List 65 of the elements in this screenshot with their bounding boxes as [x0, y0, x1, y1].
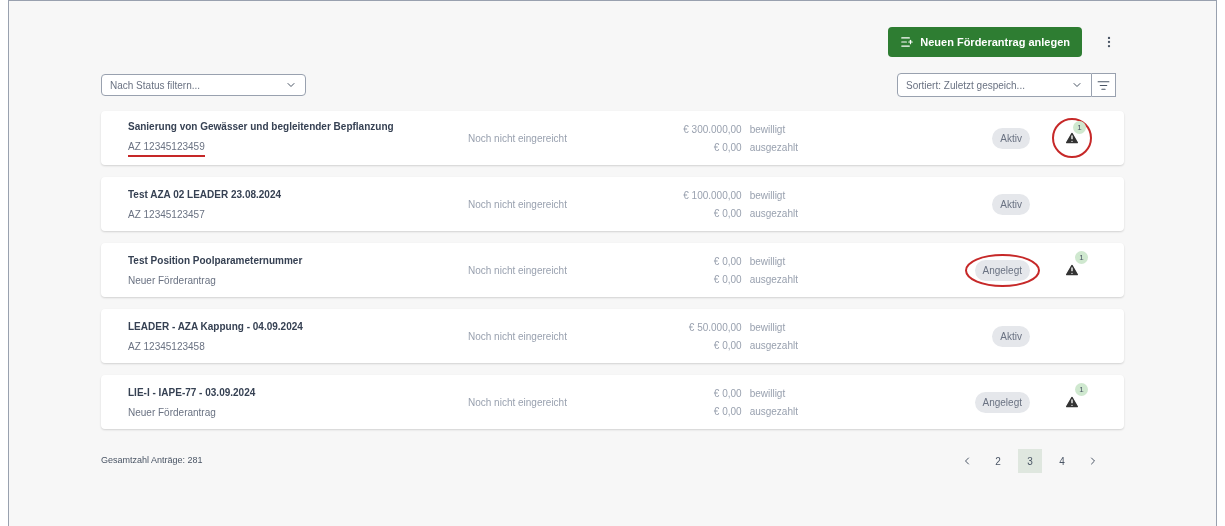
status-filter-field[interactable]: Nach Status filtern... — [110, 77, 270, 93]
warning-count-badge: 1 — [1075, 251, 1088, 264]
paid-amount: € 0,00 — [712, 206, 742, 221]
application-title: Test Position Poolparameternummer — [128, 253, 304, 268]
page-button[interactable]: 3 — [1018, 449, 1042, 473]
warning-icon — [1064, 394, 1080, 410]
paid-label: ausgezahlt — [749, 140, 798, 155]
application-title: LIE-I - IAPE-77 - 03.09.2024 — [128, 385, 257, 400]
application-row[interactable]: Test Position Poolparameternummer Neuer Förderantrag Noch nicht eingereicht € 0,00 bewilligt € 0,00 ausgezahlt Angelegt 1 — [101, 243, 1124, 297]
approved-label: bewilligt — [749, 254, 787, 269]
application-row[interactable]: Test AZA 02 LEADER 23.08.2024 AZ 12345123457 Noch nicht eingereicht € 100.000,00 bewilligt € 0,00 ausgezahlt Aktiv — [101, 177, 1124, 231]
paid-label: ausgezahlt — [749, 272, 798, 287]
page-button[interactable]: 4 — [1050, 449, 1074, 473]
page-button[interactable]: 2 — [986, 449, 1010, 473]
approved-amount: € 100.000,00 — [683, 188, 742, 203]
application-row[interactable]: LIE-I - IAPE-77 - 03.09.2024 Neuer Förderantrag Noch nicht eingereicht € 0,00 bewilligt € 0,00 ausgezahlt Angelegt 1 — [101, 375, 1124, 429]
list-add-icon — [900, 35, 915, 49]
submission-status: Noch nicht eingereicht — [468, 263, 568, 278]
sort-lines-icon — [1097, 78, 1110, 92]
application-reference: Neuer Förderantrag — [128, 405, 216, 420]
status-badge: Aktiv — [992, 325, 1030, 347]
warning-count-badge: 1 — [1075, 383, 1088, 396]
status-badge: Angelegt — [974, 391, 1030, 413]
application-reference: Neuer Förderantrag — [128, 273, 216, 288]
application-row[interactable]: LEADER - AZA Kappung - 04.09.2024 AZ 12345123458 Noch nicht eingereicht € 50.000,00 bewilligt € 0,00 ausgezahlt Aktiv — [101, 309, 1124, 363]
approved-amount: € 300.000,00 — [683, 122, 742, 137]
submission-status: Noch nicht eingereicht — [468, 131, 568, 146]
total-count: Gesamtzahl Anträge: 281 — [101, 454, 203, 468]
submission-status: Noch nicht eingereicht — [468, 395, 568, 410]
warning-indicator[interactable]: 1 — [1052, 382, 1092, 422]
paid-amount: € 0,00 — [712, 140, 742, 155]
sort-dropdown[interactable]: Sortiert: Zuletzt gespeich... — [897, 73, 1092, 97]
warning-icon — [1064, 130, 1080, 146]
sort-value: Sortiert: Zuletzt gespeich... — [906, 78, 1025, 93]
warning-count-badge: 1 — [1073, 121, 1086, 134]
warning-icon — [1064, 262, 1080, 278]
approved-amount: € 0,00 — [713, 386, 742, 401]
application-title: Test AZA 02 LEADER 23.08.2024 — [128, 187, 283, 202]
status-filter-dropdown[interactable]: Nach Status filtern... — [101, 74, 306, 96]
application-title: LEADER - AZA Kappung - 04.09.2024 — [128, 319, 304, 334]
sort-order-button[interactable] — [1092, 73, 1116, 97]
status-badge: Angelegt — [974, 259, 1030, 281]
paid-label: ausgezahlt — [749, 404, 798, 419]
application-row[interactable]: Sanierung von Gewässer und begleitender Bepflanzung AZ 12345123459 Noch nicht eingereicht € 300.000,00 bewilligt € 0,00 ausgezahlt Aktiv 1 — [101, 111, 1124, 165]
status-badge: Aktiv — [992, 193, 1030, 215]
warning-indicator[interactable]: 1 — [1052, 250, 1092, 290]
application-title: Sanierung von Gewässer und begleitender Bepflanzung — [128, 120, 395, 134]
approved-label: bewilligt — [749, 122, 787, 137]
paid-amount: € 0,00 — [712, 338, 742, 353]
submission-status: Noch nicht eingereicht — [468, 197, 568, 212]
approved-amount: € 0,00 — [713, 254, 742, 269]
paid-label: ausgezahlt — [749, 338, 798, 353]
application-reference: AZ 12345123459 — [128, 139, 205, 157]
status-badge: Aktiv — [992, 127, 1030, 149]
paid-amount: € 0,00 — [713, 272, 742, 287]
application-reference: AZ 12345123457 — [128, 207, 205, 222]
approved-label: bewilligt — [749, 320, 787, 335]
approved-label: bewilligt — [749, 386, 787, 401]
application-reference: AZ 12345123458 — [128, 339, 205, 354]
new-application-button[interactable]: Neuen Förderantrag anlegen — [888, 27, 1082, 57]
paid-amount: € 0,00 — [713, 404, 742, 419]
paid-label: ausgezahlt — [749, 206, 798, 221]
approved-label: bewilligt — [749, 188, 787, 203]
submission-status: Noch nicht eingereicht — [468, 329, 568, 344]
approved-amount: € 50.000,00 — [688, 320, 742, 335]
